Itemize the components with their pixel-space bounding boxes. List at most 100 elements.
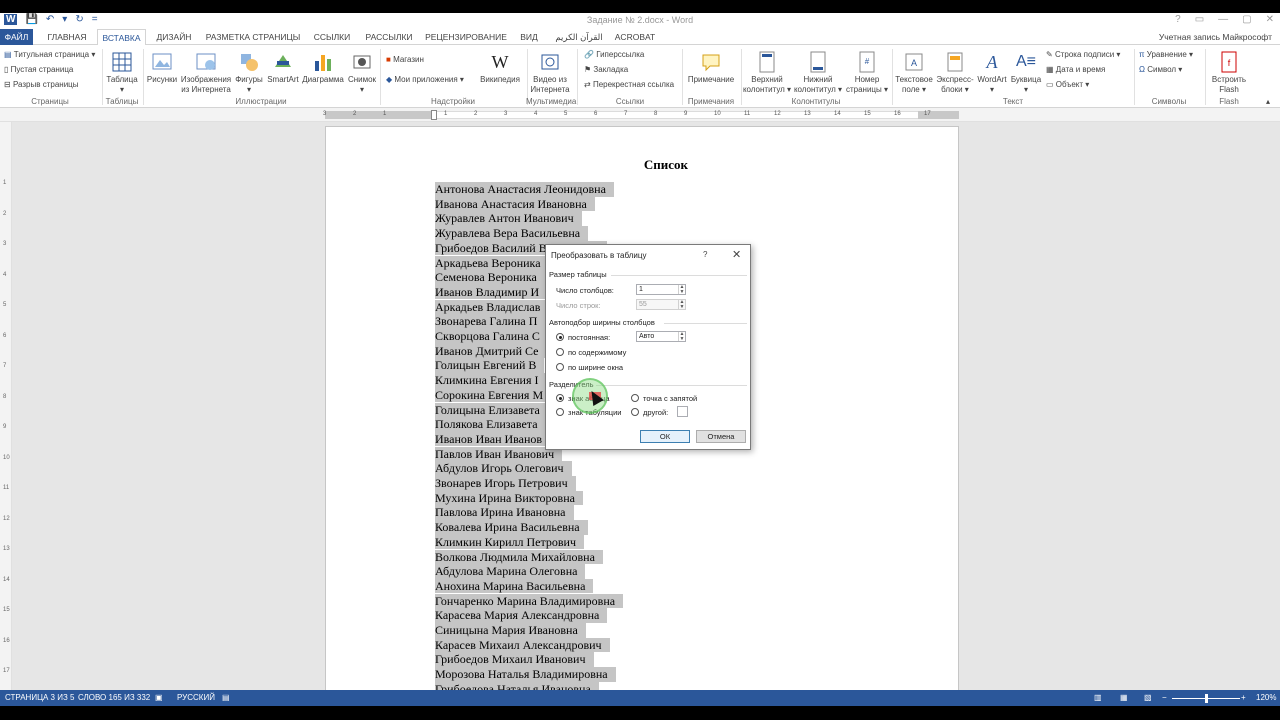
comment-button[interactable]: Примечание: [684, 51, 738, 85]
list-item[interactable]: Голицына Елизавета: [435, 402, 548, 418]
indent-marker[interactable]: [431, 110, 437, 120]
macro-icon[interactable]: ▤: [222, 693, 230, 702]
tab-insert[interactable]: ВСТАВКА: [97, 29, 146, 46]
list-item[interactable]: Анохина Марина Васильевна: [435, 578, 594, 594]
cancel-button[interactable]: Отмена: [696, 430, 746, 443]
online-pictures-button[interactable]: Изображения из Интернета: [180, 51, 232, 95]
list-item[interactable]: Волкова Людмила Михайловна: [435, 549, 603, 565]
title-page-button[interactable]: ▤ Титульная страница ▾: [4, 50, 95, 59]
tab-acrobat[interactable]: ACROBAT: [612, 29, 658, 45]
textbox-button[interactable]: A Текстовое поле ▾: [893, 51, 935, 95]
blank-page-button[interactable]: ▯ Пустая страница: [4, 65, 73, 74]
list-item[interactable]: Аркадьева Вероника: [435, 255, 549, 271]
word-count[interactable]: СЛОВО 165 ИЗ 332: [78, 693, 150, 702]
tab-home[interactable]: ГЛАВНАЯ: [42, 29, 92, 45]
screenshot-button[interactable]: Снимок ▾: [346, 51, 378, 95]
list-item[interactable]: Иванов Дмитрий Се: [435, 343, 547, 359]
close-icon[interactable]: ✕: [1266, 14, 1274, 25]
shapes-button[interactable]: Фигуры ▾: [233, 51, 265, 95]
ribbon-display-icon[interactable]: ▭: [1195, 14, 1204, 25]
minimize-icon[interactable]: —: [1218, 14, 1228, 25]
collapse-ribbon-icon[interactable]: ▴: [1266, 97, 1270, 106]
ok-button[interactable]: ОК: [640, 430, 690, 443]
tab-file[interactable]: ФАЙЛ: [0, 29, 33, 45]
page-break-button[interactable]: ⊟ Разрыв страницы: [4, 80, 79, 89]
list-item[interactable]: Морозова Наталья Владимировна: [435, 667, 616, 682]
horizontal-ruler[interactable]: 3 2 1 1 2 3 4 5 6 7 8 9 10 11 12 13 14 15 16 17: [0, 108, 1280, 122]
tab-quran[interactable]: القرآن الكريم: [552, 29, 606, 45]
drop-cap-button[interactable]: A≡ Буквица ▾: [1009, 51, 1043, 95]
tab-design[interactable]: ДИЗАЙН: [150, 29, 198, 45]
my-apps-button[interactable]: ◆ Мои приложения ▾: [386, 75, 464, 84]
chart-button[interactable]: Диаграмма: [300, 51, 346, 85]
list-item[interactable]: Журавлева Вера Васильевна: [435, 226, 589, 241]
account-name[interactable]: Учетная запись Майкрософт: [1159, 32, 1272, 42]
tab-page-layout[interactable]: РАЗМЕТКА СТРАНИЦЫ: [204, 29, 302, 45]
columns-spinner[interactable]: 1 ▲ ▼: [636, 284, 686, 295]
tab-references[interactable]: ССЫЛКИ: [308, 29, 356, 45]
symbol-button[interactable]: Ω Символ ▾: [1139, 65, 1182, 74]
store-button[interactable]: ■ Магазин: [386, 55, 424, 64]
other-separator-input[interactable]: [677, 406, 688, 417]
list-item[interactable]: Грибоедов Михаил Иванович: [435, 652, 594, 667]
read-mode-icon[interactable]: ▥: [1094, 693, 1102, 702]
online-video-button[interactable]: Видео из Интернета: [528, 51, 572, 95]
list-item[interactable]: Сорокина Евгения М: [435, 387, 552, 403]
zoom-level[interactable]: 120%: [1256, 693, 1276, 702]
list-item[interactable]: Звонарева Галина П: [435, 314, 546, 329]
signature-line-button[interactable]: ✎ Строка подписи ▾: [1046, 50, 1120, 59]
bookmark-button[interactable]: ⚑ Закладка: [584, 65, 628, 74]
quick-parts-button[interactable]: Экспресс-блоки ▾: [935, 51, 975, 95]
list-item[interactable]: Скворцова Галина С: [435, 329, 548, 344]
tab-mailings[interactable]: РАССЫЛКИ: [362, 29, 416, 45]
table-button[interactable]: Таблица ▾: [104, 51, 140, 95]
list-item[interactable]: Гончаренко Марина Владимировна: [435, 593, 624, 609]
restore-icon[interactable]: ▢: [1242, 14, 1251, 25]
list-item[interactable]: Климкин Кирилл Петрович: [435, 534, 585, 550]
tab-separator-radio[interactable]: [556, 408, 564, 416]
page-count[interactable]: СТРАНИЦА 3 ИЗ 5: [5, 693, 74, 702]
equation-button[interactable]: π Уравнение ▾: [1139, 50, 1193, 59]
hyperlink-button[interactable]: 🔗 Гиперссылка: [584, 50, 644, 59]
list-item[interactable]: Абдулов Игорь Олегович: [435, 461, 572, 476]
list-item[interactable]: Аркадьев Владислав: [435, 299, 549, 315]
list-item[interactable]: Полякова Елизавета: [435, 417, 546, 432]
fixed-width-radio[interactable]: [556, 333, 564, 341]
list-item[interactable]: Карасева Мария Александровна: [435, 608, 608, 623]
smartart-button[interactable]: SmartArt: [266, 51, 300, 85]
autofit-contents-radio[interactable]: [556, 348, 564, 356]
footer-button[interactable]: Нижний колонтитул ▾: [793, 51, 843, 95]
zoom-out-icon[interactable]: −: [1162, 693, 1167, 702]
list-item[interactable]: Иванова Анастасия Ивановна: [435, 196, 595, 212]
dialog-close-icon[interactable]: ✕: [732, 248, 741, 261]
list-item[interactable]: Павлова Ирина Ивановна: [435, 505, 574, 520]
list-item[interactable]: Ковалева Ирина Васильевна: [435, 520, 588, 535]
web-layout-icon[interactable]: ▧: [1144, 693, 1152, 702]
cross-reference-button[interactable]: ⇄ Перекрестная ссылка: [584, 80, 674, 89]
other-separator-radio[interactable]: [631, 408, 639, 416]
page-number-button[interactable]: # Номер страницы ▾: [844, 51, 890, 95]
list-item[interactable]: Семенова Вероника: [435, 270, 545, 285]
vertical-ruler[interactable]: 1 2 3 4 5 6 7 8 9 10 11 12 13 14 15 16 17: [0, 122, 12, 690]
date-time-button[interactable]: ▦ Дата и время: [1046, 65, 1105, 74]
autofit-window-radio[interactable]: [556, 363, 564, 371]
list-item[interactable]: Голицын Евгений В: [435, 358, 545, 373]
spinner-arrows-icon[interactable]: ▲ ▼: [678, 332, 685, 341]
fixed-width-spinner[interactable]: Авто ▲ ▼: [636, 331, 686, 342]
wordart-button[interactable]: A WordArt ▾: [975, 51, 1009, 95]
help-icon[interactable]: ?: [1175, 14, 1181, 25]
list-item[interactable]: Синицына Мария Ивановна: [435, 623, 586, 638]
list-item[interactable]: Абдулова Марина Олеговна: [435, 564, 586, 579]
header-button[interactable]: Верхний колонтитул ▾: [742, 51, 792, 95]
proofing-icon[interactable]: ▣: [155, 693, 163, 702]
object-button[interactable]: ▭ Объект ▾: [1046, 80, 1089, 89]
list-item[interactable]: Павлов Иван Иванович: [435, 446, 563, 462]
list-item[interactable]: Иванов Владимир И: [435, 284, 548, 300]
list-item[interactable]: Карасев Михаил Александрович: [435, 637, 610, 653]
zoom-slider-thumb[interactable]: [1205, 694, 1208, 703]
print-layout-icon[interactable]: ▦: [1120, 693, 1128, 702]
embed-flash-button[interactable]: f Встроить Flash: [1207, 51, 1251, 95]
spinner-arrows-icon[interactable]: ▲ ▼: [678, 285, 685, 294]
wikipedia-button[interactable]: W Википедия: [478, 51, 522, 85]
list-item[interactable]: Антонова Анастасия Леонидовна: [435, 182, 614, 197]
